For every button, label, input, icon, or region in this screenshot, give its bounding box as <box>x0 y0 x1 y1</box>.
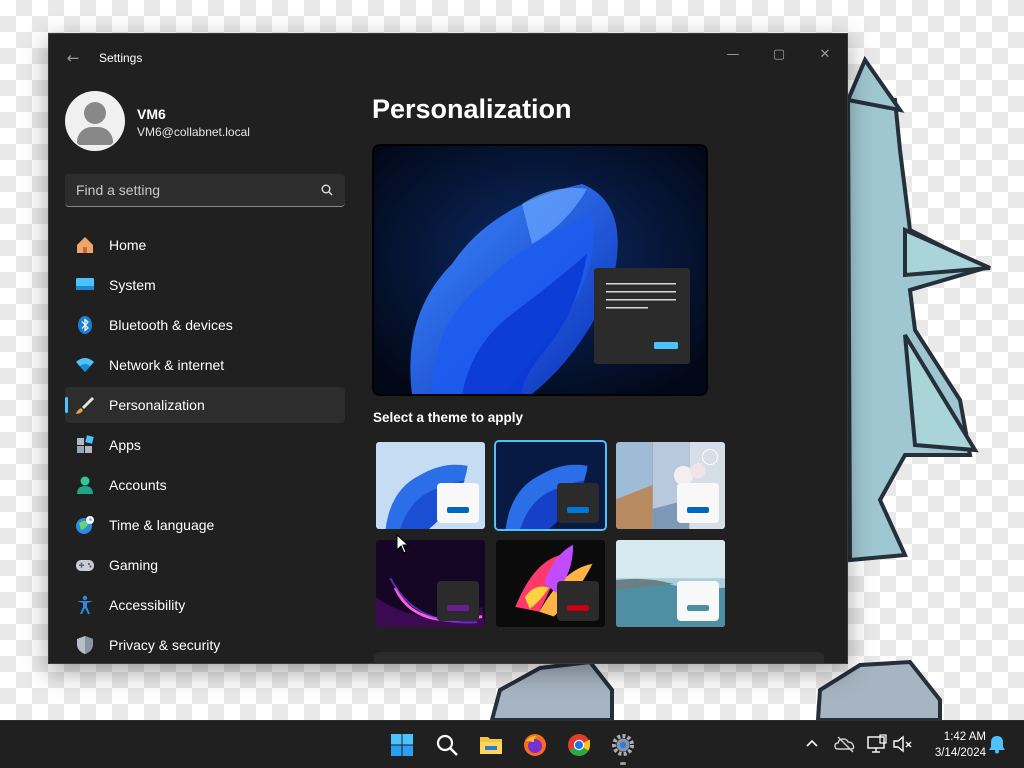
theme-windows-dark[interactable] <box>494 440 607 531</box>
maximize-button[interactable]: ▢ <box>757 40 801 70</box>
sidebar-item-label: Privacy & security <box>109 637 221 653</box>
sidebar-item-bluetooth-devices[interactable]: Bluetooth & devices <box>65 307 345 343</box>
theme-tile <box>677 581 719 621</box>
sidebar-item-label: Accounts <box>109 477 167 493</box>
sidebar-item-system[interactable]: System <box>65 267 345 303</box>
sidebar-item-apps[interactable]: Apps <box>65 427 345 463</box>
sidebar-item-personalization[interactable]: Personalization <box>65 387 345 423</box>
accessibility-icon <box>77 595 93 614</box>
accent-bar <box>567 605 589 611</box>
title-bar: ← Settings — ▢ ✕ <box>49 34 847 82</box>
search-icon[interactable] <box>321 184 333 196</box>
accent-bar <box>447 507 469 513</box>
sidebar-item-time-language[interactable]: Time & language <box>65 507 345 543</box>
system-icon <box>76 278 94 290</box>
sidebar-nav: Home System Bluetooth & devices Network … <box>65 227 345 663</box>
start-button[interactable] <box>384 727 420 763</box>
theme-windows-spotlight[interactable] <box>614 440 727 531</box>
file-explorer-button[interactable] <box>473 727 509 763</box>
themes-section-label: Select a theme to apply <box>373 410 524 425</box>
theme-preview <box>372 144 708 396</box>
avatar[interactable] <box>65 91 125 151</box>
sidebar-item-label: System <box>109 277 156 293</box>
accent-bar <box>687 507 709 513</box>
bluetooth-icon <box>78 316 92 334</box>
notification-bell-icon[interactable] <box>986 733 1008 755</box>
apps-icon <box>77 435 94 453</box>
theme-gallery <box>374 440 728 630</box>
sidebar-item-privacy-security[interactable]: Privacy & security <box>65 627 345 663</box>
sidebar-item-label: Apps <box>109 437 141 453</box>
bloom-wallpaper-preview <box>374 146 706 394</box>
chevron-up-icon[interactable] <box>801 733 823 755</box>
gaming-icon <box>76 560 94 571</box>
theme-tile <box>437 581 479 621</box>
accent-bar <box>687 605 709 611</box>
sidebar-item-label: Network & internet <box>109 357 225 373</box>
settings-button[interactable] <box>605 727 641 765</box>
sidebar-item-accounts[interactable]: Accounts <box>65 467 345 503</box>
search-input[interactable] <box>65 174 311 206</box>
sidebar-item-label: Home <box>109 237 147 253</box>
start-icon <box>391 734 413 756</box>
sidebar-item-label: Personalization <box>109 397 205 413</box>
theme-captured-motion[interactable] <box>494 538 607 629</box>
network-icon[interactable] <box>866 733 888 755</box>
sidebar-item-label: Bluetooth & devices <box>109 317 233 333</box>
theme-tile <box>557 581 599 621</box>
accent-bar <box>447 605 469 611</box>
settings-icon <box>612 734 634 756</box>
sidebar-item-home[interactable]: Home <box>65 227 345 263</box>
sidebar-item-label: Gaming <box>109 557 159 573</box>
close-button[interactable]: ✕ <box>803 40 847 70</box>
chrome-icon <box>568 734 590 756</box>
clock-time: 1:42 AM <box>943 731 986 743</box>
search-box <box>65 174 345 207</box>
mouse-cursor-icon <box>396 534 410 554</box>
onedrive-icon[interactable] <box>834 733 856 755</box>
theme-tile <box>557 483 599 523</box>
theme-windows-light[interactable] <box>374 440 487 531</box>
settings-window: ← Settings — ▢ ✕ VM6 VM6@collabnet.local… <box>48 33 848 664</box>
theme-tile <box>437 483 479 523</box>
personalization-icon <box>76 397 94 414</box>
sidebar-item-label: Accessibility <box>109 597 186 613</box>
user-name: VM6 <box>137 106 166 122</box>
sidebar-item-label: Time & language <box>109 517 215 533</box>
sidebar-item-network-internet[interactable]: Network & internet <box>65 347 345 383</box>
taskbar-search-button[interactable] <box>429 727 465 763</box>
firefox-icon <box>524 734 546 756</box>
home-icon <box>77 237 93 253</box>
volume-muted-icon[interactable] <box>892 733 914 755</box>
network-icon <box>76 358 94 372</box>
theme-tile <box>677 483 719 523</box>
search-icon <box>436 734 458 756</box>
privacy-security-icon <box>77 636 93 654</box>
clock-date: 3/14/2024 <box>934 747 986 759</box>
page-title: Personalization <box>372 94 572 124</box>
accent-bar <box>567 507 589 513</box>
avatar-body <box>77 127 113 145</box>
theme-glow[interactable] <box>374 538 487 629</box>
spotlight-badge-icon <box>702 449 718 465</box>
avatar-head <box>84 102 106 124</box>
sidebar-item-gaming[interactable]: Gaming <box>65 547 345 583</box>
running-indicator <box>620 762 626 765</box>
file-explorer-icon <box>480 737 502 754</box>
sidebar-item-accessibility[interactable]: Accessibility <box>65 587 345 623</box>
time-language-icon <box>76 516 94 534</box>
accounts-icon <box>77 476 93 494</box>
next-settings-card <box>374 652 824 663</box>
chrome-button[interactable] <box>561 727 597 763</box>
theme-flow[interactable] <box>614 538 727 629</box>
minimize-button[interactable]: — <box>711 40 755 70</box>
taskbar-clock[interactable]: 1:42 AM 3/14/2024 <box>918 729 986 761</box>
taskbar: 1:42 AM 3/14/2024 <box>0 720 1024 768</box>
back-button[interactable]: ← <box>63 48 83 68</box>
window-title: Settings <box>99 51 143 65</box>
firefox-button[interactable] <box>517 727 553 763</box>
user-email: VM6@collabnet.local <box>137 125 250 139</box>
